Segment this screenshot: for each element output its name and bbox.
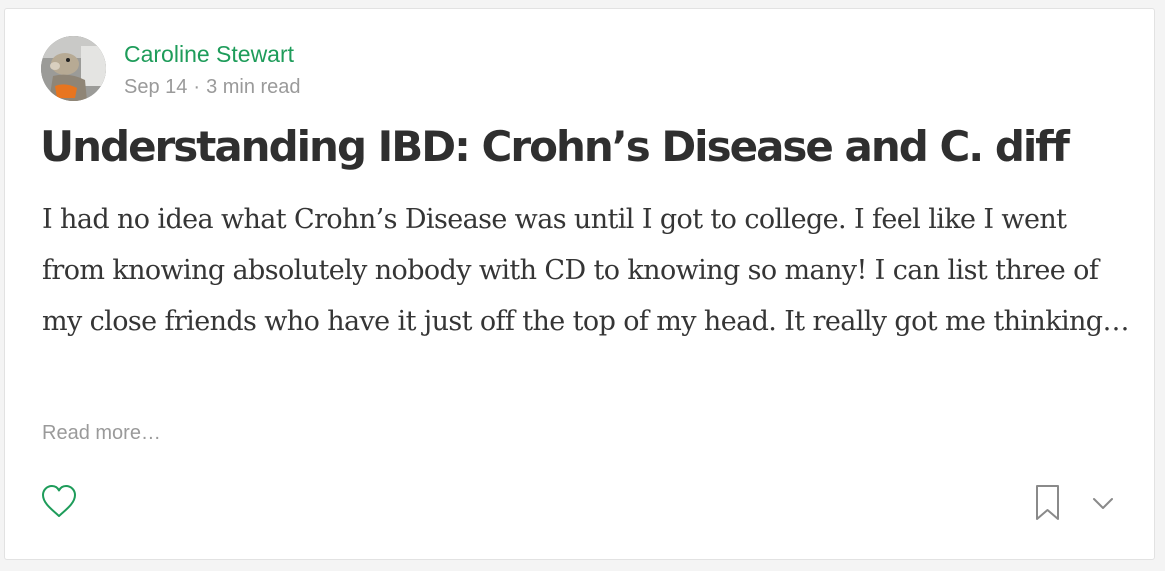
chevron-down-icon (1093, 498, 1113, 509)
post-excerpt[interactable]: I had no idea what Crohn’s Disease was u… (42, 194, 1132, 347)
meta-separator: · (193, 76, 201, 98)
more-options-button[interactable] (1088, 491, 1118, 515)
avatar-photo-icon (41, 36, 106, 101)
post-date[interactable]: Sep 14 (124, 76, 187, 98)
author-avatar[interactable] (41, 36, 106, 101)
author-name-link[interactable]: Caroline Stewart (124, 39, 294, 69)
post-meta: Sep 14 · 3 min read (124, 73, 301, 101)
heart-outline-icon (42, 485, 76, 517)
bookmark-outline-icon (1036, 485, 1059, 520)
bookmark-button[interactable] (1032, 483, 1064, 523)
post-title[interactable]: Understanding IBD: Crohn’s Disease and C… (40, 117, 1070, 177)
like-button[interactable] (40, 483, 78, 521)
read-time: 3 min read (206, 76, 301, 98)
read-more-link[interactable]: Read more… (42, 419, 161, 447)
post-card: Caroline Stewart Sep 14 · 3 min read Under… (4, 8, 1155, 560)
